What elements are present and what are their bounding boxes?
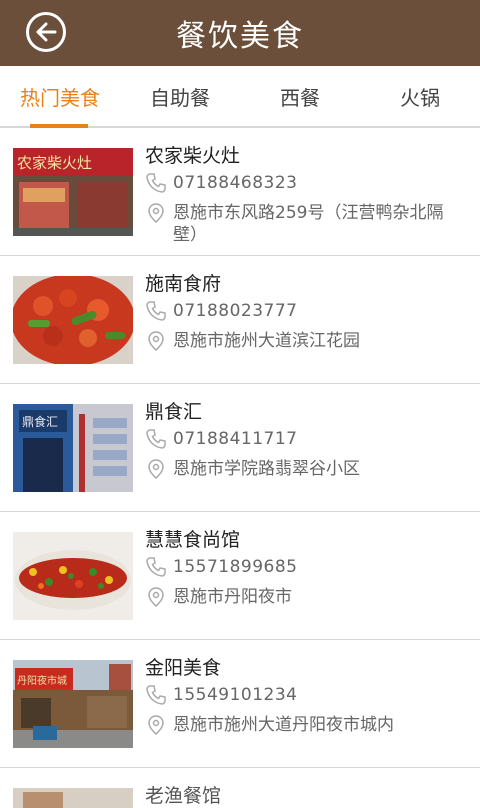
sign-text: 农家柴火灶: [17, 154, 92, 172]
back-button[interactable]: [26, 12, 66, 52]
phone-number: 07188468323: [173, 173, 298, 193]
page-title: 餐饮美食: [176, 19, 304, 54]
list-item[interactable]: 鼎食汇 鼎食汇 07188411717 恩施市学院路翡翠谷小区: [0, 384, 480, 512]
back-arrow-icon: [36, 22, 57, 42]
phone-icon: [146, 685, 166, 705]
phone-number: 07188411717: [173, 429, 298, 449]
address-text: 恩施市施州大道丹阳夜市城内: [173, 715, 394, 735]
restaurant-name: 农家柴火灶: [145, 145, 241, 167]
address-row: 恩施市学院路翡翠谷小区: [145, 458, 466, 480]
list-item[interactable]: 农家柴火灶 农家柴火灶 07188468323 恩施市东风路259号（汪营鸭杂北…: [0, 128, 480, 256]
list-item[interactable]: 老渔餐馆: [0, 768, 480, 808]
address-text: 恩施市施州大道滨江花园: [173, 331, 360, 351]
phone-number: 07188023777: [173, 301, 298, 321]
phone-row[interactable]: 15549101234: [145, 684, 466, 706]
phone-number: 15549101234: [173, 685, 298, 705]
restaurant-photo: [13, 532, 133, 620]
restaurant-photo: [13, 276, 133, 364]
restaurant-name: 慧慧食尚馆: [145, 529, 241, 551]
list-item[interactable]: 施南食府 07188023777 恩施市施州大道滨江花园: [0, 256, 480, 384]
phone-row[interactable]: 07188468323: [145, 172, 466, 194]
restaurant-name: 老渔餐馆: [145, 785, 222, 807]
phone-icon: [146, 173, 166, 193]
location-pin-icon: [148, 203, 164, 223]
location-pin-icon: [148, 587, 164, 607]
restaurant-photo: [13, 788, 133, 808]
address-row: 恩施市施州大道滨江花园: [145, 330, 466, 352]
phone-row[interactable]: 15571899685: [145, 556, 466, 578]
address-row: 恩施市施州大道丹阳夜市城内: [145, 714, 466, 736]
address-text: 恩施市丹阳夜市: [173, 587, 292, 607]
phone-row[interactable]: 07188023777: [145, 300, 466, 322]
restaurant-name: 施南食府: [145, 273, 222, 295]
tab-hot-food[interactable]: 热门美食: [0, 66, 120, 128]
phone-icon: [146, 557, 166, 577]
address-text: 恩施市东风路259号（汪营鸭杂北隔壁）: [173, 203, 444, 245]
address-row: 恩施市东风路259号（汪营鸭杂北隔壁）: [145, 202, 466, 246]
restaurant-photo: 农家柴火灶: [13, 148, 133, 236]
restaurant-photo: 丹阳夜市城: [13, 660, 133, 748]
restaurant-name: 金阳美食: [145, 657, 222, 679]
category-tabs: 热门美食 自助餐 西餐 火锅: [0, 66, 480, 128]
tab-buffet[interactable]: 自助餐: [120, 66, 240, 126]
tab-hotpot[interactable]: 火锅: [360, 66, 480, 126]
app-header: 餐饮美食: [0, 0, 480, 66]
phone-number: 15571899685: [173, 557, 298, 577]
tab-western[interactable]: 西餐: [240, 66, 360, 126]
location-pin-icon: [148, 715, 164, 735]
sign-text: 丹阳夜市城: [17, 674, 67, 687]
address-row: 恩施市丹阳夜市: [145, 586, 466, 608]
restaurant-list: 农家柴火灶 农家柴火灶 07188468323 恩施市东风路259号（汪营鸭杂北…: [0, 128, 480, 808]
phone-icon: [146, 301, 166, 321]
phone-row[interactable]: 07188411717: [145, 428, 466, 450]
sign-text: 鼎食汇: [22, 414, 58, 429]
phone-icon: [146, 429, 166, 449]
restaurant-name: 鼎食汇: [145, 401, 203, 423]
list-item[interactable]: 丹阳夜市城 金阳美食 15549101234 恩施市施州大道丹阳夜市城内: [0, 640, 480, 768]
location-pin-icon: [148, 331, 164, 351]
address-text: 恩施市学院路翡翠谷小区: [173, 459, 360, 479]
restaurant-photo: 鼎食汇: [13, 404, 133, 492]
location-pin-icon: [148, 459, 164, 479]
list-item[interactable]: 慧慧食尚馆 15571899685 恩施市丹阳夜市: [0, 512, 480, 640]
